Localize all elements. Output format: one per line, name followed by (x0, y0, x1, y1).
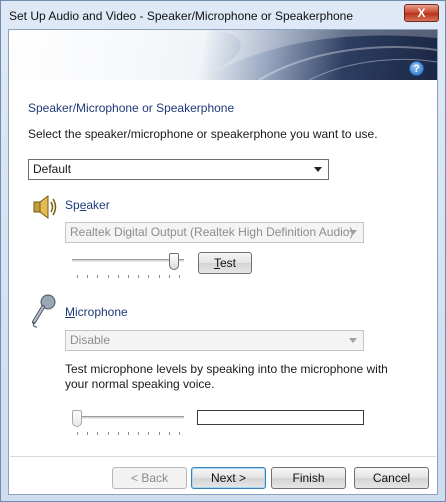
slider-tick (159, 275, 160, 278)
help-icon[interactable]: ? (409, 61, 424, 76)
slider-tick (77, 275, 78, 278)
back-button[interactable]: < Back (112, 467, 187, 489)
slider-tick (169, 275, 170, 278)
speaker-volume-ticks (72, 275, 184, 279)
slider-tick (108, 275, 109, 278)
banner-swoosh (199, 30, 437, 80)
slider-tick (169, 432, 170, 435)
slider-tick (179, 275, 180, 278)
speaker-device-value: Realtek Digital Output (Realtek High Def… (70, 225, 354, 239)
chevron-down-icon (349, 338, 357, 343)
speaker-volume-thumb[interactable] (169, 253, 179, 270)
microphone-label: Microphone (65, 305, 128, 319)
chevron-down-icon (349, 230, 357, 235)
finish-button[interactable]: Finish (271, 467, 346, 489)
close-button[interactable]: X (404, 4, 439, 22)
next-button[interactable]: Next > (191, 467, 266, 489)
microphone-level-meter (197, 410, 364, 425)
slider-tick (179, 432, 180, 435)
slider-tick (97, 432, 98, 435)
title-bar: Set Up Audio and Video - Speaker/Microph… (1, 1, 445, 29)
microphone-icon (32, 294, 56, 328)
slider-tick (118, 432, 119, 435)
slider-tick (118, 275, 119, 278)
slider-tick (77, 432, 78, 435)
slider-tick (97, 275, 98, 278)
slider-tick (87, 432, 88, 435)
section-title: Speaker/Microphone or Speakerphone (28, 101, 235, 115)
slider-tick (128, 275, 129, 278)
instructions-text: Select the speaker/microphone or speaker… (28, 127, 378, 141)
slider-tick (148, 275, 149, 278)
speaker-volume-slider[interactable] (72, 253, 184, 283)
window-title: Set Up Audio and Video - Speaker/Microph… (9, 9, 354, 23)
microphone-level-track (72, 416, 184, 419)
wizard-content: ? Speaker/Microphone or Speakerphone Sel… (8, 29, 438, 495)
setup-audio-video-window: Set Up Audio and Video - Speaker/Microph… (0, 0, 446, 502)
microphone-level-ticks (72, 432, 184, 436)
footer-divider (10, 456, 436, 457)
device-select-value: Default (33, 162, 72, 176)
microphone-device-select[interactable]: Disable (65, 330, 364, 351)
speaker-volume-track (72, 259, 184, 262)
slider-tick (138, 275, 139, 278)
slider-tick (138, 432, 139, 435)
slider-tick (128, 432, 129, 435)
microphone-level-thumb[interactable] (72, 410, 82, 427)
slider-tick (148, 432, 149, 435)
microphone-instructions: Test microphone levels by speaking into … (65, 362, 388, 391)
slider-tick (159, 432, 160, 435)
microphone-level-slider[interactable] (72, 410, 184, 440)
speaker-label: Speaker (65, 198, 110, 212)
chevron-down-icon (314, 167, 322, 172)
slider-tick (108, 432, 109, 435)
header-banner (9, 30, 437, 80)
speaker-device-select[interactable]: Realtek Digital Output (Realtek High Def… (65, 222, 364, 243)
microphone-device-value: Disable (70, 333, 111, 347)
slider-tick (87, 275, 88, 278)
test-speaker-button[interactable]: Test (198, 252, 252, 274)
speaker-icon (33, 195, 57, 219)
device-select[interactable]: Default (28, 159, 329, 180)
cancel-button[interactable]: Cancel (354, 467, 429, 489)
